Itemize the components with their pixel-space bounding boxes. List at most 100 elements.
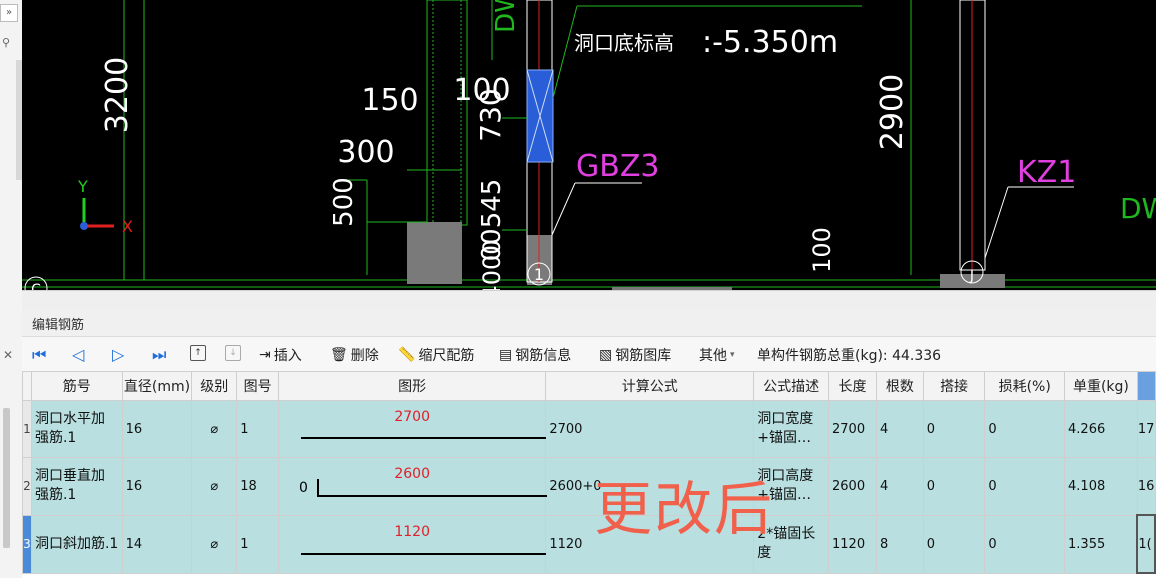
cell-lap[interactable]: 0 <box>922 400 986 458</box>
header-formula-desc[interactable]: 公式描述 <box>753 371 829 401</box>
delete-button[interactable]: 🗑 删除 <box>330 345 379 365</box>
cell-diameter[interactable]: 16 <box>121 400 193 458</box>
cell-length[interactable]: 2600 <box>828 457 877 516</box>
library-icon: ▧ <box>599 347 613 363</box>
move-down-button[interactable]: ↓ <box>225 345 241 361</box>
rebar-table: 筋号 直径(mm) 级别 图号 图形 计算公式 公式描述 长度 根数 搭接 损耗… <box>22 371 1156 578</box>
cell-unit-weight[interactable]: 4.108 <box>1064 457 1138 516</box>
cell-fig-no[interactable]: 1 <box>236 400 280 458</box>
cell-diameter[interactable]: 14 <box>121 514 193 574</box>
header-grade[interactable]: 级别 <box>191 371 238 401</box>
cell-unit-weight[interactable]: 1.355 <box>1064 514 1138 574</box>
dim-4000: 4000 <box>478 239 506 290</box>
cell-overflow[interactable]: 1( <box>1136 514 1156 574</box>
first-record-icon[interactable]: ⏮ <box>32 345 46 365</box>
arrow-up-icon: ↑ <box>190 345 206 361</box>
dw-right-label: DW <box>1120 192 1156 225</box>
next-record-icon[interactable]: ▷ <box>112 345 124 364</box>
cell-bar-name[interactable]: 洞口斜加筋.1 <box>30 514 123 574</box>
insert-icon: ⇥ <box>259 347 271 363</box>
cell-lap[interactable]: 0 <box>922 457 986 516</box>
grade-symbol-icon[interactable]: ⌀ <box>191 514 238 574</box>
table-header-row: 筋号 直径(mm) 级别 图号 图形 计算公式 公式描述 长度 根数 搭接 损耗… <box>22 371 1156 401</box>
cell-loss[interactable]: 0 <box>984 514 1066 574</box>
cell-shape[interactable]: 2700 <box>278 400 547 458</box>
cell-formula-desc[interactable]: 洞口宽度+锚固… <box>753 400 829 458</box>
cad-drawing-canvas[interactable]: 3200 150 300 500 100 730 00545 4000 2900… <box>22 0 1156 290</box>
cell-loss[interactable]: 0 <box>984 457 1066 516</box>
header-fig-no[interactable]: 图号 <box>236 371 280 401</box>
other-dropdown[interactable]: 其他 ▾ <box>699 345 735 365</box>
move-up-button[interactable]: ↑ <box>190 345 206 361</box>
expand-icon[interactable]: » <box>0 4 18 22</box>
dim-300: 300 <box>337 135 394 170</box>
header-count[interactable]: 根数 <box>875 371 924 401</box>
trash-icon: 🗑 <box>330 347 348 363</box>
header-unit-weight[interactable]: 单重(kg) <box>1064 371 1138 401</box>
cell-length[interactable]: 1120 <box>828 514 877 574</box>
cell-count[interactable]: 4 <box>875 400 924 458</box>
cell-bar-name[interactable]: 洞口垂直加强筋.1 <box>30 457 123 516</box>
rebar-toolbar: ⏮ ◁ ▷ ⏭ ↑ ↓ ⇥ 插入 🗑 删除 📏 缩尺配筋 ▤ 钢筋信息 ▧ 钢筋图库 其他… <box>22 337 1156 371</box>
rebar-info-button[interactable]: ▤ 钢筋信息 <box>499 345 571 365</box>
cell-overflow[interactable]: 16 <box>1136 457 1156 516</box>
cell-shape[interactable]: 0 2600 <box>278 457 548 516</box>
shape-line <box>301 552 547 555</box>
table-row[interactable]: 3 洞口斜加筋.1 14 ⌀ 1 1120 1120 2*锚固长度 1120 8… <box>22 514 1156 574</box>
shape-value: 2700 <box>394 409 430 425</box>
shape-value: 1120 <box>394 523 430 540</box>
dim-2900: 2900 <box>875 74 910 150</box>
insert-button[interactable]: ⇥ 插入 <box>259 345 302 365</box>
cell-overflow[interactable]: 17 <box>1136 400 1156 458</box>
splitter[interactable] <box>22 290 1156 311</box>
prev-record-icon[interactable]: ◁ <box>72 345 84 364</box>
dw-top-label: DW <box>491 0 521 33</box>
grade-symbol-icon[interactable]: ⌀ <box>191 457 238 516</box>
cell-diameter[interactable]: 16 <box>121 457 193 516</box>
rebar-library-button[interactable]: ▧ 钢筋图库 <box>599 345 671 365</box>
left-side-panel: » ⚲ ✕ <box>0 0 23 578</box>
cell-fig-no[interactable]: 18 <box>236 457 280 516</box>
cell-fig-no[interactable]: 1 <box>236 514 280 574</box>
kz1-label: KZ1 <box>1017 155 1076 190</box>
info-list-icon: ▤ <box>499 347 513 363</box>
header-formula[interactable]: 计算公式 <box>545 371 755 401</box>
table-row[interactable]: 2 洞口垂直加强筋.1 16 ⌀ 18 0 2600 2600+0 洞口高度+锚… <box>22 457 1156 516</box>
cad-drawing: 3200 150 300 500 100 730 00545 4000 2900… <box>22 0 1156 290</box>
dim-500: 500 <box>329 177 359 227</box>
axis-y-label: Y <box>77 177 88 196</box>
cell-shape[interactable]: 1120 <box>278 514 547 574</box>
header-lap[interactable]: 搭接 <box>922 371 986 401</box>
scale-rebar-button[interactable]: 📏 缩尺配筋 <box>398 345 474 365</box>
header-loss[interactable]: 损耗(%) <box>984 371 1066 401</box>
header-diameter[interactable]: 直径(mm) <box>121 371 193 401</box>
shape-hook-value: 0 <box>299 480 308 496</box>
header-length[interactable]: 长度 <box>828 371 877 401</box>
cell-count[interactable]: 4 <box>875 457 924 516</box>
cell-formula[interactable]: 2700 <box>545 400 755 458</box>
search-icon[interactable]: ⚲ <box>2 36 10 49</box>
vertical-scrollbar[interactable] <box>3 408 10 548</box>
header-bar-no[interactable]: 筋号 <box>30 371 123 401</box>
shape-line <box>301 437 547 439</box>
cell-count[interactable]: 8 <box>875 514 924 574</box>
cell-unit-weight[interactable]: 4.266 <box>1064 400 1138 458</box>
dim-3200: 3200 <box>100 57 135 133</box>
dim-100b: 100 <box>808 227 836 273</box>
panel-title: 编辑钢筋 <box>32 318 85 333</box>
axis-x-label: X <box>122 217 133 236</box>
shape-line <box>317 494 548 497</box>
cell-bar-name[interactable]: 洞口水平加强筋.1 <box>30 400 123 458</box>
last-record-icon[interactable]: ⏭ <box>152 345 166 365</box>
cell-loss[interactable]: 0 <box>984 400 1066 458</box>
marker-c: C <box>31 282 41 290</box>
ruler-icon: 📏 <box>398 347 416 363</box>
table-row[interactable]: 1 洞口水平加强筋.1 16 ⌀ 1 2700 2700 洞口宽度+锚固… 27… <box>22 400 1156 458</box>
marker-j: J <box>969 268 974 284</box>
close-icon[interactable]: ✕ <box>3 348 13 362</box>
dim-150: 150 <box>361 83 418 118</box>
header-shape[interactable]: 图形 <box>278 371 547 401</box>
cell-lap[interactable]: 0 <box>922 514 986 574</box>
grade-symbol-icon[interactable]: ⌀ <box>191 400 238 458</box>
cell-length[interactable]: 2700 <box>828 400 877 458</box>
